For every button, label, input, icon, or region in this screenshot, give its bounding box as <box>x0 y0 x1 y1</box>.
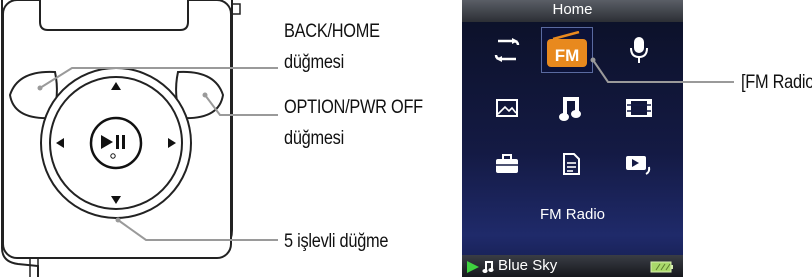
option-pwr-off-label: OPTION/PWR OFF düğmesi <box>284 97 423 149</box>
now-playing-title: Blue Sky <box>498 257 558 274</box>
fm-radio-label: [FM Radio] <box>741 72 812 93</box>
microphone-icon[interactable] <box>617 30 661 70</box>
selected-item-label: FM Radio <box>539 206 606 223</box>
status-bar: Blue Sky <box>462 255 683 277</box>
display-window <box>39 0 189 31</box>
back-home-label: BACK/HOME düğmesi <box>284 21 380 73</box>
play-indicator-icon <box>467 261 479 273</box>
fm-icon-text: FM <box>555 46 580 65</box>
home-screen: Home FM FM Radio Blue Sky <box>462 0 683 277</box>
pause-icon <box>116 135 119 149</box>
five-way-label: 5 işlevli düğme <box>284 231 389 252</box>
photo-icon[interactable] <box>485 88 529 128</box>
battery-icon <box>650 261 673 273</box>
music-note-small-icon <box>482 261 494 273</box>
screen-title: Home <box>462 0 683 22</box>
playlist-document-icon[interactable] <box>549 144 593 184</box>
fm-radio-icon[interactable]: FM <box>545 30 589 70</box>
shuffle-icon[interactable] <box>485 30 529 70</box>
settings-toolbox-icon[interactable] <box>485 144 529 184</box>
now-playing-icon[interactable] <box>617 144 661 184</box>
music-note-icon[interactable] <box>549 88 593 128</box>
video-icon[interactable] <box>617 88 661 128</box>
